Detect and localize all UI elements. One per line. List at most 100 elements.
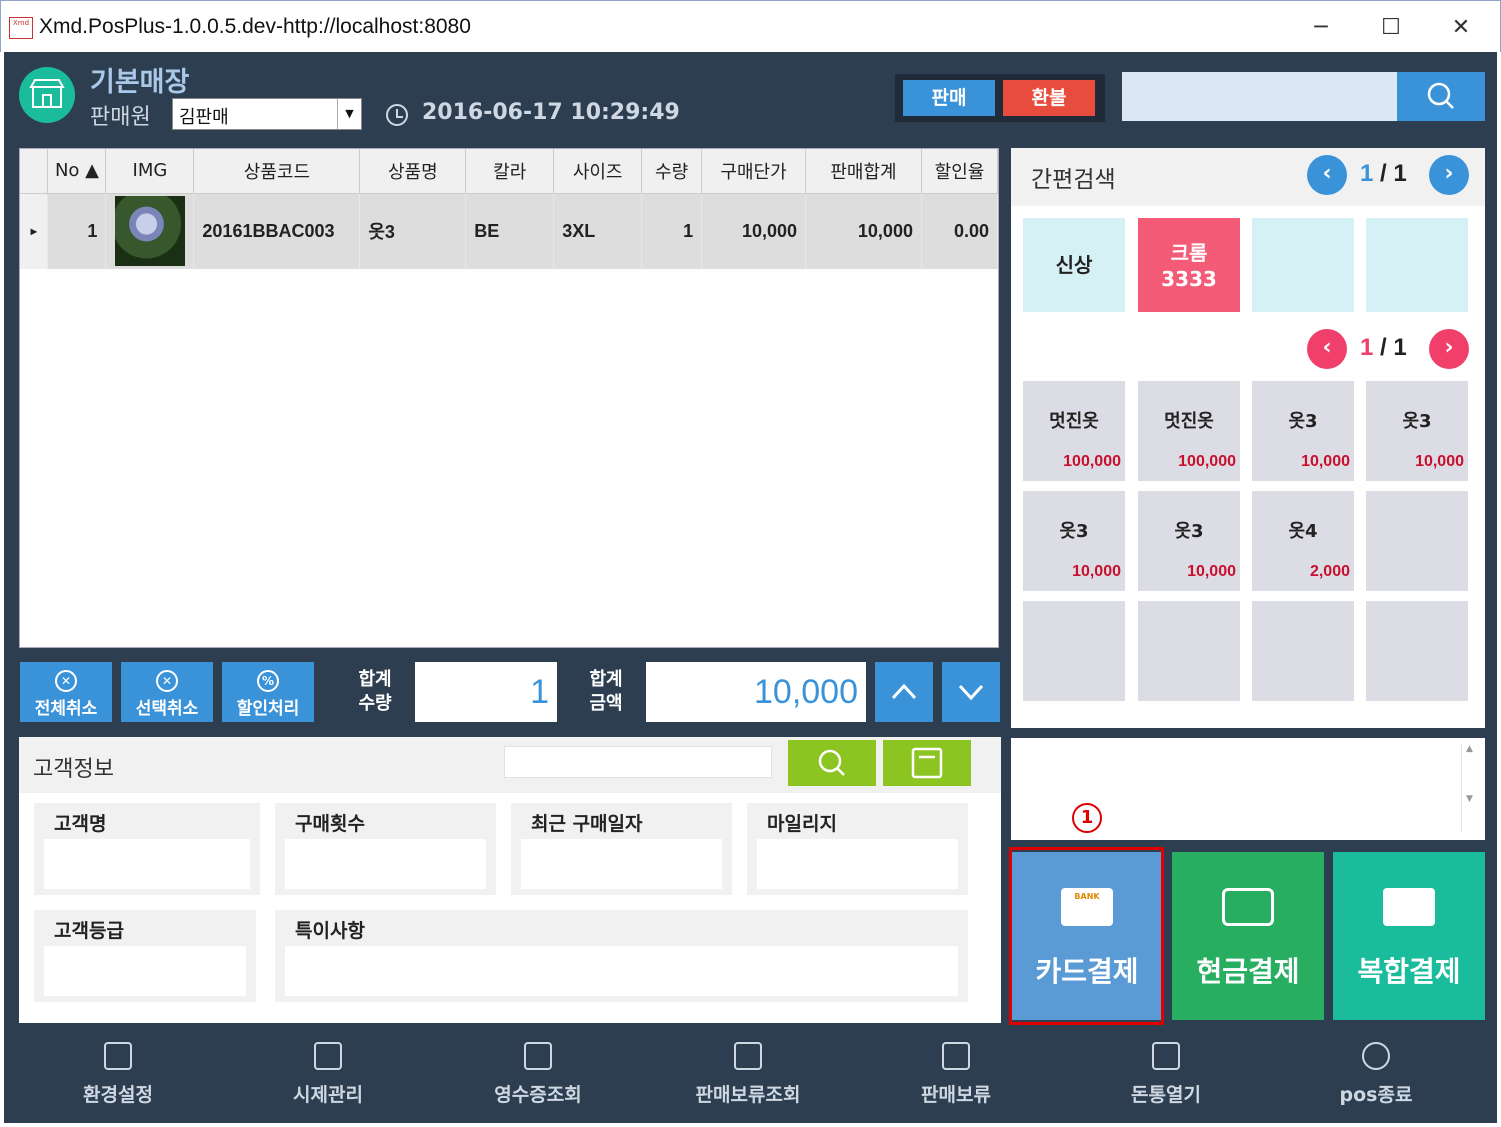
nav-cash-management[interactable]: 시제관리: [238, 1038, 418, 1118]
discount-button[interactable]: % 할인처리: [222, 662, 314, 722]
customer-name-field: 고객명: [34, 803, 260, 895]
column-header-unit-price[interactable]: 구매단가: [701, 149, 807, 194]
product-tile[interactable]: 옷3 10,000: [1023, 491, 1125, 591]
datetime: 2016-06-17 10:29:49: [422, 100, 680, 125]
nav-hold-sale[interactable]: 판매보류: [866, 1038, 1046, 1118]
product-tile[interactable]: 옷3 10,000: [1252, 381, 1354, 481]
column-header: [20, 149, 49, 194]
product-tile-empty[interactable]: [1138, 601, 1240, 701]
product-tile-price: 10,000: [1072, 563, 1121, 580]
category-tile-empty[interactable]: [1252, 218, 1354, 312]
category-tile-chrome[interactable]: 크롬 3333: [1138, 218, 1240, 312]
column-header-code[interactable]: 상품코드: [193, 149, 361, 194]
column-header-color[interactable]: 칼라: [465, 149, 555, 194]
minimize-button[interactable]: ─: [1301, 13, 1341, 43]
category-tile-sub: 3333: [1161, 267, 1217, 291]
mileage-field: 마일리지: [747, 803, 968, 895]
total-amount-label-line2: 금액: [589, 693, 623, 714]
product-prev-button[interactable]: ‹: [1307, 329, 1347, 369]
nav-receipt-search[interactable]: 영수증조회: [448, 1038, 628, 1118]
customer-search-input[interactable]: [504, 746, 772, 778]
total-amount-value: 10,000: [646, 662, 866, 722]
purchase-count-label: 구매횟수: [295, 813, 365, 835]
product-tile-price: 10,000: [1187, 563, 1236, 580]
seller-select[interactable]: 김판매 ▼: [172, 98, 362, 130]
category-tile-empty[interactable]: [1366, 218, 1468, 312]
customer-search-button[interactable]: [788, 740, 876, 786]
customer-grade-label: 고객등급: [54, 920, 124, 942]
product-tile[interactable]: 옷3 10,000: [1366, 381, 1468, 481]
nav-open-drawer[interactable]: 돈통열기: [1076, 1038, 1256, 1118]
scroll-up-button[interactable]: [875, 662, 933, 722]
product-tile[interactable]: 옷3 10,000: [1138, 491, 1240, 591]
customer-panel: 고객정보 고객명 구매횟수 최근 구매일자 마일리지 고객등급 특이사항: [19, 737, 1001, 1023]
save-icon: [911, 747, 943, 779]
nav-pos-exit-label: pos종료: [1339, 1084, 1413, 1106]
table-row[interactable]: ▸ 1 20161BBAC003 옷3 BE 3XL 1 10,000 10,0…: [20, 193, 999, 269]
cancel-selected-button[interactable]: ✕ 선택취소: [121, 662, 213, 722]
customer-save-button[interactable]: [883, 740, 971, 786]
column-header-size[interactable]: 사이즈: [553, 149, 643, 194]
product-tile-empty[interactable]: [1023, 601, 1125, 701]
cell-color: BE: [465, 193, 555, 269]
product-next-button[interactable]: ›: [1429, 329, 1469, 369]
product-tile-empty[interactable]: [1366, 601, 1468, 701]
window-titlebar: Xmd Xmd.PosPlus-1.0.0.5.dev-http://local…: [0, 0, 1501, 52]
product-tile-price: 10,000: [1415, 453, 1464, 470]
search-icon: [818, 749, 845, 776]
refund-mode-button[interactable]: 환불: [1003, 80, 1095, 116]
maximize-button[interactable]: ☐: [1371, 13, 1411, 43]
cell-unit-price: 10,000: [701, 193, 807, 269]
product-tile-name: 옷3: [1059, 521, 1089, 542]
mixed-payment-button[interactable]: 복합결제: [1333, 852, 1485, 1020]
total-qty-value: 1: [415, 662, 557, 722]
product-tile-empty[interactable]: [1366, 491, 1468, 591]
column-header-img[interactable]: IMG: [105, 149, 195, 194]
category-next-button[interactable]: ›: [1429, 155, 1469, 195]
category-tile-label: 크롬: [1170, 241, 1208, 265]
chevron-down-icon: [958, 684, 984, 701]
category-tile-new[interactable]: 신상: [1023, 218, 1125, 312]
nav-pos-exit[interactable]: pos종료: [1286, 1038, 1466, 1118]
total-qty-label-line2: 수량: [358, 693, 392, 714]
product-tile-price: 100,000: [1063, 453, 1121, 470]
product-page-indicator: 1 / 1: [1360, 334, 1407, 362]
category-prev-button[interactable]: ‹: [1307, 155, 1347, 195]
column-header-qty[interactable]: 수량: [641, 149, 703, 194]
memo-scrollbar[interactable]: ▲ ▼: [1461, 744, 1477, 832]
product-search-input[interactable]: [1122, 72, 1397, 121]
cancel-all-label: 전체취소: [34, 699, 98, 719]
product-tile[interactable]: 옷4 2,000: [1252, 491, 1354, 591]
last-purchase-field: 최근 구매일자: [511, 803, 732, 895]
cash-payment-button[interactable]: 현금결제: [1172, 852, 1324, 1020]
nav-hold-search[interactable]: 판매보류조회: [658, 1038, 838, 1118]
product-search-button[interactable]: [1397, 72, 1485, 121]
column-header-total[interactable]: 판매합계: [805, 149, 922, 194]
product-tile[interactable]: 멋진옷 100,000: [1138, 381, 1240, 481]
column-header-name[interactable]: 상품명: [359, 149, 467, 194]
customer-grade-value: [44, 946, 246, 996]
close-button[interactable]: ✕: [1441, 13, 1481, 43]
product-tile[interactable]: 멋진옷 100,000: [1023, 381, 1125, 481]
column-header-no[interactable]: No ▲: [47, 149, 107, 194]
store-icon: [19, 67, 75, 123]
scroll-down-button[interactable]: [942, 662, 1000, 722]
cancel-circle-icon: ✕: [156, 670, 178, 692]
clock-icon: [386, 104, 408, 126]
column-header-discount[interactable]: 할인율: [921, 149, 999, 194]
category-page-current: 1: [1360, 160, 1374, 187]
cash-payment-label: 현금결제: [1196, 955, 1300, 988]
customer-header: 고객정보: [19, 737, 1001, 793]
window-title: Xmd.PosPlus-1.0.0.5.dev-http://localhost…: [39, 15, 471, 38]
product-tile-price: 100,000: [1178, 453, 1236, 470]
sale-mode-button[interactable]: 판매: [903, 80, 995, 116]
percent-icon: %: [257, 670, 279, 692]
product-tile-name: 옷3: [1288, 411, 1318, 432]
mileage-value: [757, 839, 958, 889]
nav-hold-search-label: 판매보류조회: [695, 1084, 801, 1106]
nav-receipt-search-label: 영수증조회: [494, 1084, 582, 1106]
product-tile-empty[interactable]: [1252, 601, 1354, 701]
cancel-all-button[interactable]: ✕ 전체취소: [20, 662, 112, 722]
total-amount-label-line1: 합계: [589, 669, 623, 690]
nav-settings[interactable]: 환경설정: [28, 1038, 208, 1118]
